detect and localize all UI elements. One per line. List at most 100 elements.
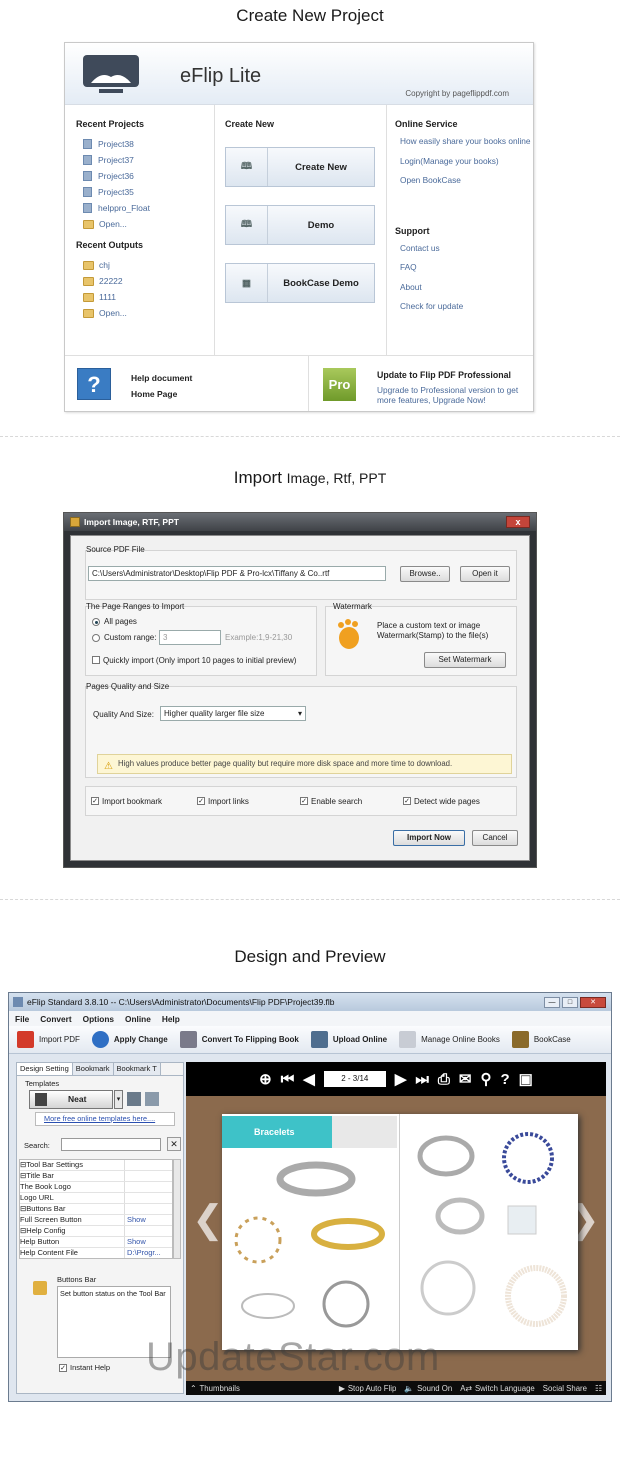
- create-new-button[interactable]: 🕮 Create New: [225, 147, 375, 187]
- search-icon[interactable]: ⚲: [480, 1070, 491, 1088]
- enable-search-checkbox[interactable]: ✓: [300, 797, 308, 805]
- recent-project-item[interactable]: Project35: [76, 184, 214, 200]
- pro-icon[interactable]: Pro: [323, 368, 356, 401]
- import-pdf-button[interactable]: Import PDF: [17, 1031, 80, 1048]
- help-icon[interactable]: ?: [500, 1071, 509, 1088]
- share-books-link[interactable]: How easily share your books online: [395, 136, 533, 156]
- tree-row[interactable]: Full Screen Button Show: [20, 1215, 172, 1226]
- tree-row[interactable]: ⊟Help Config: [20, 1226, 172, 1237]
- stop-auto-flip-button[interactable]: Stop Auto Flip: [348, 1384, 397, 1393]
- social-icon[interactable]: ☷: [595, 1384, 602, 1393]
- open-bookcase-link[interactable]: Open BookCase: [395, 175, 533, 195]
- all-pages-radio[interactable]: [92, 618, 100, 626]
- tree-row[interactable]: Help Content File D:\Progr...: [20, 1248, 172, 1258]
- chevron-down-icon[interactable]: ▾: [114, 1090, 123, 1109]
- contact-link[interactable]: Contact us: [395, 243, 533, 263]
- recent-output-item[interactable]: chj: [76, 257, 214, 273]
- print-icon[interactable]: ⎙: [438, 1071, 450, 1088]
- help-document-link[interactable]: Help document: [131, 370, 192, 386]
- menu-convert[interactable]: Convert: [40, 1014, 71, 1024]
- fullscreen-icon[interactable]: ▣: [519, 1070, 533, 1088]
- tree-row[interactable]: Logo URL: [20, 1193, 172, 1204]
- maximize-icon[interactable]: □: [562, 996, 578, 1008]
- custom-range-input[interactable]: 3: [159, 630, 221, 645]
- detect-wide-pages-checkbox[interactable]: ✓: [403, 797, 411, 805]
- import-bookmark-checkbox[interactable]: ✓: [91, 797, 99, 805]
- tree-row[interactable]: ⊟Title Bar: [20, 1171, 172, 1182]
- social-share-button[interactable]: Social Share: [543, 1384, 587, 1393]
- manage-books-button[interactable]: Manage Online Books: [399, 1031, 500, 1048]
- last-page-icon[interactable]: ⏭: [415, 1071, 429, 1088]
- recent-project-item[interactable]: helppro_Float: [76, 200, 214, 216]
- bookcase-demo-button[interactable]: ▦ BookCase Demo: [225, 263, 375, 303]
- import-now-button[interactable]: Import Now: [393, 830, 465, 846]
- source-path-input[interactable]: C:\Users\Administrator\Desktop\Flip PDF …: [88, 566, 386, 581]
- window-titlebar: eFlip Standard 3.8.10 -- C:\Users\Admini…: [9, 993, 611, 1011]
- demo-button[interactable]: 🕮 Demo: [225, 205, 375, 245]
- recent-project-item[interactable]: Project38: [76, 136, 214, 152]
- apply-change-button[interactable]: Apply Change: [91, 1031, 168, 1048]
- open-it-button[interactable]: Open it: [460, 566, 510, 582]
- browse-button[interactable]: Browse..: [400, 566, 450, 582]
- open-output-link[interactable]: Open...: [76, 305, 214, 321]
- save-icon[interactable]: [127, 1092, 141, 1106]
- sound-on-button[interactable]: Sound On: [417, 1384, 452, 1393]
- first-page-icon[interactable]: ⏮: [281, 1071, 295, 1088]
- next-page-icon[interactable]: ▶: [395, 1070, 407, 1088]
- tab-bookmark[interactable]: Bookmark: [72, 1063, 114, 1075]
- instant-help-checkbox[interactable]: ✓: [59, 1364, 67, 1372]
- thumbnails-button[interactable]: Thumbnails: [200, 1384, 240, 1393]
- export-icon[interactable]: [145, 1092, 159, 1106]
- tree-row[interactable]: The Book Logo: [20, 1182, 172, 1193]
- page-indicator[interactable]: 2 - 3/14: [323, 1071, 386, 1087]
- tree-row[interactable]: ⊟Tool Bar Settings: [20, 1160, 172, 1171]
- recent-output-item[interactable]: 1111: [76, 289, 214, 305]
- header: eFlip Lite Copyright by pageflippdf.com: [65, 43, 533, 105]
- recent-project-item[interactable]: Project36: [76, 168, 214, 184]
- thumbnails-icon[interactable]: ⌃: [190, 1384, 197, 1393]
- menu-file[interactable]: File: [15, 1014, 29, 1024]
- quality-select[interactable]: Higher quality larger file size ▾: [160, 706, 306, 721]
- close-button[interactable]: x: [506, 516, 530, 528]
- file-icon: [83, 171, 92, 181]
- search-input[interactable]: [61, 1138, 161, 1151]
- about-link[interactable]: About: [395, 282, 533, 302]
- help-icon[interactable]: ?: [77, 368, 111, 400]
- watermark-text: Place a custom text or image Watermark(S…: [377, 621, 489, 640]
- tree-row[interactable]: Help Button Show: [20, 1237, 172, 1248]
- clear-search-icon[interactable]: ✕: [167, 1137, 181, 1151]
- open-project-link[interactable]: Open...: [76, 216, 214, 232]
- tree-scrollbar[interactable]: [173, 1159, 181, 1259]
- menu-help[interactable]: Help: [162, 1014, 180, 1024]
- recent-output-item[interactable]: 22222: [76, 273, 214, 289]
- import-links-checkbox[interactable]: ✓: [197, 797, 205, 805]
- close-icon[interactable]: ✕: [580, 996, 606, 1008]
- email-icon[interactable]: ✉: [459, 1070, 472, 1088]
- login-link[interactable]: Login(Manage your books): [395, 156, 533, 176]
- convert-button[interactable]: Convert To Flipping Book: [179, 1031, 299, 1048]
- more-templates-link[interactable]: More free online templates here....: [35, 1112, 175, 1126]
- home-page-link[interactable]: Home Page: [131, 386, 192, 402]
- upgrade-panel[interactable]: Update to Flip PDF Professional Upgrade …: [377, 370, 527, 406]
- tree-row[interactable]: ⊟Buttons Bar: [20, 1204, 172, 1215]
- zoom-in-icon[interactable]: ⊕: [259, 1070, 272, 1088]
- previous-page-icon[interactable]: ◀: [303, 1070, 315, 1088]
- custom-range-radio[interactable]: [92, 634, 100, 642]
- cancel-button[interactable]: Cancel: [472, 830, 518, 846]
- switch-language-button[interactable]: Switch Language: [475, 1384, 535, 1393]
- set-watermark-button[interactable]: Set Watermark: [424, 652, 506, 668]
- flip-book[interactable]: Bracelets: [222, 1114, 578, 1350]
- menu-online[interactable]: Online: [125, 1014, 151, 1024]
- faq-link[interactable]: FAQ: [395, 262, 533, 282]
- minimize-icon[interactable]: —: [544, 996, 560, 1008]
- file-icon: [83, 139, 92, 149]
- check-update-link[interactable]: Check for update: [395, 301, 533, 321]
- menu-options[interactable]: Options: [83, 1014, 114, 1024]
- quick-import-checkbox[interactable]: [92, 656, 100, 664]
- bookcase-button[interactable]: BookCase: [511, 1031, 571, 1048]
- previous-arrow-icon[interactable]: ❮: [192, 1197, 224, 1242]
- tab-design-setting[interactable]: Design Setting: [17, 1063, 73, 1075]
- tab-bookmark-t[interactable]: Bookmark T: [113, 1063, 161, 1075]
- recent-project-item[interactable]: Project37: [76, 152, 214, 168]
- upload-online-button[interactable]: Upload Online: [310, 1031, 387, 1048]
